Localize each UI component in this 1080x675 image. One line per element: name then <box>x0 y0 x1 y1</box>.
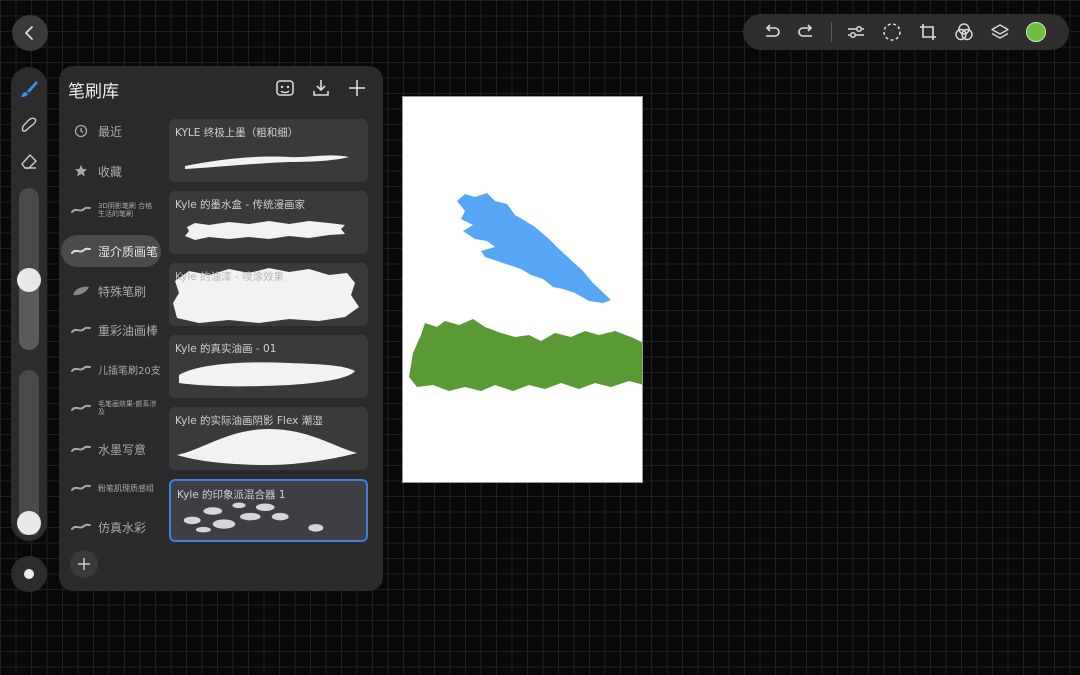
drawing-canvas[interactable] <box>402 96 643 483</box>
category-3d-shadow[interactable]: 3D阴影笔刷 合格 生活的笔刷 <box>61 194 161 226</box>
category-watercolor[interactable]: 仿真水彩 <box>61 511 161 543</box>
eraser-icon <box>21 154 37 169</box>
brush-name: Kyle 的印象派混合器 1 <box>177 489 286 501</box>
selection-icon <box>883 23 901 41</box>
canvas-artwork <box>409 193 642 391</box>
brush-library-panel: 笔刷库 最近 收藏 3D阴影笔刷 合格 生活的笔刷 湿介质画笔 特殊笔刷 重彩油… <box>59 66 383 591</box>
stroke-icon <box>70 323 92 337</box>
star-icon <box>70 164 92 178</box>
panel-actions <box>273 76 369 100</box>
layers-button[interactable] <box>982 14 1018 50</box>
smudge-tool[interactable] <box>17 113 41 137</box>
undo-button[interactable] <box>753 14 789 50</box>
modify-dot-icon <box>24 569 34 579</box>
brush-item[interactable]: Kyle 的实际油画阴影 Flex 潮湿 <box>169 407 368 470</box>
category-oil-pastel[interactable]: 重彩油画棒 <box>61 314 161 346</box>
category-label: 儿插笔刷20支 <box>98 365 161 377</box>
category-recent[interactable]: 最近 <box>61 115 161 147</box>
brush-item[interactable]: Kyle 的墨水盒 - 传统漫画家 <box>169 191 368 254</box>
green-paint-stroke <box>409 319 642 391</box>
top-toolbar <box>743 14 1069 50</box>
category-favorites[interactable]: 收藏 <box>61 155 161 187</box>
transform-icon <box>920 24 936 40</box>
brush-item[interactable]: KYLE 终极上墨（粗和细） <box>169 119 368 182</box>
brush-size-knob[interactable] <box>17 268 41 293</box>
category-calligraphy[interactable]: 毛笔画效果-颜系涉及 <box>61 392 161 424</box>
add-category-button[interactable] <box>70 550 98 578</box>
leaf-icon <box>70 284 92 298</box>
category-special[interactable]: 特殊笔刷 <box>61 275 161 307</box>
blend-icon <box>955 23 973 41</box>
stroke-icon <box>70 244 92 258</box>
modify-button[interactable] <box>11 556 47 592</box>
brush-tool[interactable] <box>17 77 41 101</box>
current-color-swatch <box>1026 22 1046 42</box>
redo-button[interactable] <box>789 14 825 50</box>
layers-icon <box>991 24 1009 39</box>
category-label: 重彩油画棒 <box>98 323 159 338</box>
blue-paint-stroke <box>457 193 611 303</box>
brush-size-slider[interactable] <box>17 188 41 350</box>
color-button[interactable] <box>1018 14 1054 50</box>
panel-title: 笔刷库 <box>68 82 119 102</box>
category-wet-media[interactable]: 湿介质画笔 <box>61 235 161 267</box>
brush-name: Kyle 的墨水盒 - 传统漫画家 <box>175 199 306 211</box>
blend-button[interactable] <box>946 14 982 50</box>
selection-button[interactable] <box>874 14 910 50</box>
stroke-icon <box>70 203 92 217</box>
category-label: 最近 <box>98 124 123 139</box>
import-button[interactable] <box>309 76 333 100</box>
category-label: 水墨写意 <box>98 442 147 457</box>
brush-item[interactable]: Kyle 的真实油画 - 01 <box>169 335 368 398</box>
brush-name: Kyle 的油漆 - 喷涂效果 <box>175 271 285 283</box>
download-icon <box>313 80 329 96</box>
plus-icon <box>349 80 365 96</box>
transform-button[interactable] <box>910 14 946 50</box>
category-ink-wash[interactable]: 水墨写意 <box>61 433 161 465</box>
clock-icon <box>70 124 92 138</box>
category-label: 3D阴影笔刷 合格 生活的笔刷 <box>98 202 153 218</box>
stroke-icon <box>70 401 92 415</box>
stroke-icon <box>70 520 92 534</box>
brush-opacity-knob[interactable] <box>17 511 41 535</box>
brush-icon <box>21 81 38 97</box>
smudge-icon <box>21 117 37 132</box>
chevron-left-icon <box>25 26 33 40</box>
category-label: 特殊笔刷 <box>98 284 147 299</box>
category-chalk-texture[interactable]: 粉笔肌理质感组 <box>61 472 161 504</box>
brush-item-selected[interactable]: Kyle 的印象派混合器 1 <box>169 479 368 542</box>
brush-name: KYLE 终极上墨（粗和细） <box>175 127 299 139</box>
brush-studio-icon <box>276 80 294 96</box>
category-label: 仿真水彩 <box>98 520 147 535</box>
add-brush-button[interactable] <box>345 76 369 100</box>
brush-studio-button[interactable] <box>273 76 297 100</box>
category-label: 粉笔肌理质感组 <box>98 483 154 493</box>
undo-icon <box>766 24 780 37</box>
category-label: 毛笔画效果-颜系涉及 <box>98 400 157 416</box>
eraser-tool[interactable] <box>17 149 41 173</box>
adjustments-icon <box>848 25 864 39</box>
back-button[interactable] <box>12 15 48 51</box>
brush-name: Kyle 的实际油画阴影 Flex 潮湿 <box>175 415 323 427</box>
stroke-icon <box>70 481 92 495</box>
adjustments-button[interactable] <box>838 14 874 50</box>
stroke-icon <box>70 442 92 456</box>
brush-opacity-slider[interactable] <box>17 370 41 535</box>
brush-name: Kyle 的真实油画 - 01 <box>175 343 277 355</box>
brush-item[interactable]: Kyle 的油漆 - 喷涂效果 <box>169 263 368 326</box>
category-label: 收藏 <box>98 164 123 179</box>
redo-icon <box>798 24 812 37</box>
toolbar-divider <box>831 22 832 42</box>
stroke-icon <box>70 362 92 376</box>
tool-rail <box>11 67 47 541</box>
plus-icon <box>78 558 90 570</box>
category-kids-illustration[interactable]: 儿插笔刷20支 <box>61 353 161 385</box>
category-label: 湿介质画笔 <box>98 244 159 259</box>
